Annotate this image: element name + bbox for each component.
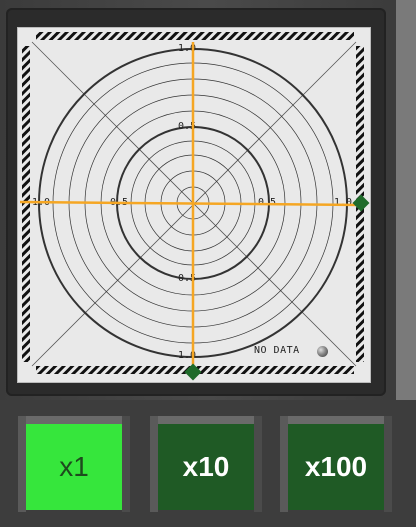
scope-screen: 1.0 0.5 1.0 0.5 0.5 1.0 0.5 1.0 NO DATA xyxy=(17,27,371,383)
zoom-x100-button[interactable]: x100 xyxy=(280,406,392,518)
button-top-edge xyxy=(18,416,130,424)
zoom-x10-button[interactable]: x10 xyxy=(150,406,262,518)
button-right-edge xyxy=(254,416,262,512)
right-edge-marker xyxy=(352,194,370,212)
zoom-x100-label: x100 xyxy=(288,424,384,510)
crosshair-horizontal xyxy=(19,200,363,207)
status-text: NO DATA xyxy=(254,345,300,356)
hatch-left xyxy=(22,46,30,362)
zoom-x1-label: x1 xyxy=(26,424,122,510)
button-right-edge xyxy=(384,416,392,512)
button-left-edge xyxy=(280,416,288,512)
zoom-x1-button[interactable]: x1 xyxy=(18,406,130,518)
button-top-edge xyxy=(280,416,392,424)
button-right-edge xyxy=(122,416,130,512)
button-top-edge xyxy=(150,416,262,424)
zoom-x10-label: x10 xyxy=(158,424,254,510)
label-right-outer: 1.0 xyxy=(334,197,352,208)
button-left-edge xyxy=(150,416,158,512)
polar-scope-display: 1.0 0.5 1.0 0.5 0.5 1.0 0.5 1.0 xyxy=(19,32,370,381)
label-right-inner: 0.5 xyxy=(258,197,276,208)
status-indicator-icon xyxy=(317,346,328,357)
button-left-edge xyxy=(18,416,26,512)
hatch-top xyxy=(36,32,354,40)
